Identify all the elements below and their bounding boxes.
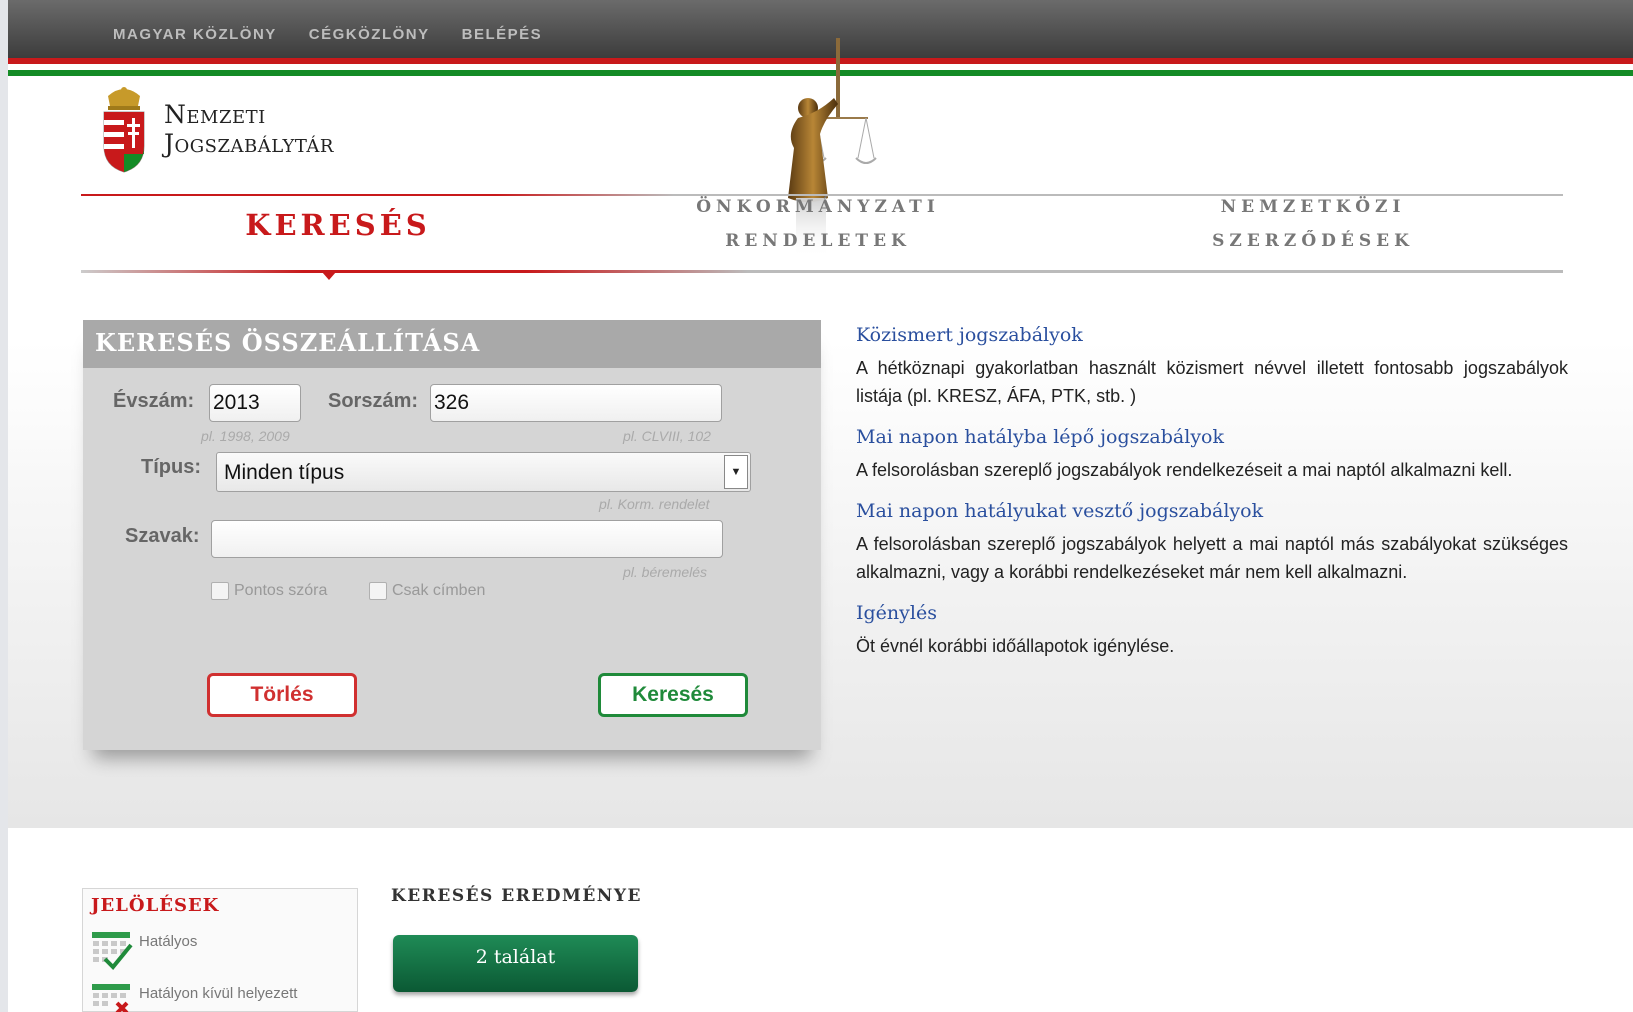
link-cegkozlony[interactable]: CÉGKÖZLÖNY: [309, 26, 430, 43]
exact-word-checkbox-box[interactable]: [211, 582, 229, 600]
link-hatalyba-lepo[interactable]: Mai napon hatályba lépő jogszabályok: [856, 426, 1568, 448]
link-igenyles[interactable]: Igénylés: [856, 602, 1568, 624]
info-text-hatalyukat-veszto: A felsorolásban szereplő jogszabályok he…: [856, 534, 1568, 582]
info-text-igenyles: Öt évnél korábbi időállapotok igénylése.: [856, 636, 1175, 656]
coat-of-arms-icon: [103, 87, 145, 173]
site-logo[interactable]: Nemzeti Jogszabálytár: [100, 84, 334, 174]
number-hint: pl. CLVIII, 102: [623, 428, 711, 444]
type-select-value: Minden típus: [224, 461, 345, 484]
tab-onkormanyzati-line2: RENDELETEK: [725, 231, 911, 251]
link-belepes[interactable]: BELÉPÉS: [462, 26, 543, 43]
logo-line1: Nemzeti: [164, 100, 266, 129]
calendar-check-icon: [92, 932, 133, 970]
number-label: Sorszám:: [328, 390, 419, 412]
link-magyar-kozlony[interactable]: MAGYAR KÖZLÖNY: [113, 26, 277, 43]
words-hint: pl. béremelés: [623, 564, 708, 580]
link-kozismert-jogszabalyok[interactable]: Közismert jogszabályok: [856, 324, 1568, 346]
chevron-down-icon[interactable]: ▼: [724, 455, 748, 489]
year-input[interactable]: [209, 384, 301, 422]
results-count-button[interactable]: 2 találat: [393, 935, 638, 992]
search-button[interactable]: Keresés: [598, 673, 748, 717]
tab-nemzetkozi-line2: SZERZŐDÉSEK: [1212, 231, 1414, 251]
info-column: Közismert jogszabályok A hétköznapi gyak…: [856, 324, 1568, 676]
legend-box: JELÖLÉSEK Hatályos Hatályon kívül helyez…: [82, 888, 358, 1012]
year-hint: pl. 1998, 2009: [201, 428, 290, 444]
clear-button[interactable]: Törlés: [207, 673, 357, 717]
tab-onkormanyzati-rendeletek[interactable]: ÖNKORMÁNYZATI RENDELETEK: [648, 190, 988, 258]
tab-nemzetkozi-szerzodesek[interactable]: NEMZETKÖZI SZERZŐDÉSEK: [1143, 190, 1483, 258]
header-area: Nemzeti Jogszabálytár KERESÉS ÖNKORMÁNYZ…: [8, 38, 1633, 828]
top-links: MAGYAR KÖZLÖNY CÉGKÖZLÖNY BELÉPÉS: [113, 26, 542, 43]
search-panel: KERESÉS ÖSSZEÁLLÍTÁSA Évszám: pl. 1998, …: [83, 320, 821, 750]
exact-word-label: Pontos szóra: [234, 582, 328, 599]
title-only-checkbox-box[interactable]: [369, 582, 387, 600]
link-hatalyukat-veszto[interactable]: Mai napon hatályukat vesztő jogszabályok: [856, 500, 1568, 522]
tab-nemzetkozi-line1: NEMZETKÖZI: [1220, 197, 1406, 217]
type-label: Típus:: [141, 456, 201, 478]
type-select[interactable]: Minden típus ▼: [216, 452, 751, 492]
page: MAGYAR KÖZLÖNY CÉGKÖZLÖNY BELÉPÉS Nemzet…: [8, 0, 1633, 1012]
calendar-cross-icon: [92, 984, 130, 1012]
info-text-hatalyba-lepo: A felsorolásban szereplő jogszabályok re…: [856, 460, 1513, 480]
tab-onkormanyzati-line1: ÖNKORMÁNYZATI: [696, 197, 940, 217]
words-label: Szavak:: [125, 525, 200, 547]
title-only-checkbox[interactable]: Csak címben: [369, 582, 485, 600]
results-title: KERESÉS EREDMÉNYE: [391, 886, 642, 906]
legend-label-in-force: Hatályos: [139, 933, 198, 950]
legend-item-in-force: Hatályos: [91, 929, 197, 971]
exact-word-checkbox[interactable]: Pontos szóra: [211, 582, 327, 600]
legend-label-repealed: Hatályon kívül helyezett: [139, 985, 298, 1002]
number-input[interactable]: [430, 384, 722, 422]
title-only-label: Csak címben: [392, 582, 486, 599]
search-panel-title: KERESÉS ÖSSZEÁLLÍTÁSA: [83, 320, 821, 368]
logo-line2: Jogszabálytár: [164, 129, 334, 158]
legend-title: JELÖLÉSEK: [91, 895, 220, 916]
active-tab-indicator: [322, 272, 336, 280]
nav-line-bottom: [81, 270, 1563, 273]
legend-item-repealed: Hatályon kívül helyezett: [91, 981, 297, 1012]
info-text-kozismert: A hétköznapi gyakorlatban használt közis…: [856, 358, 1568, 406]
words-input[interactable]: [211, 520, 723, 558]
tab-kereses[interactable]: KERESÉS: [168, 208, 508, 242]
type-hint: pl. Korm. rendelet: [599, 496, 710, 512]
year-label: Évszám:: [113, 390, 195, 412]
